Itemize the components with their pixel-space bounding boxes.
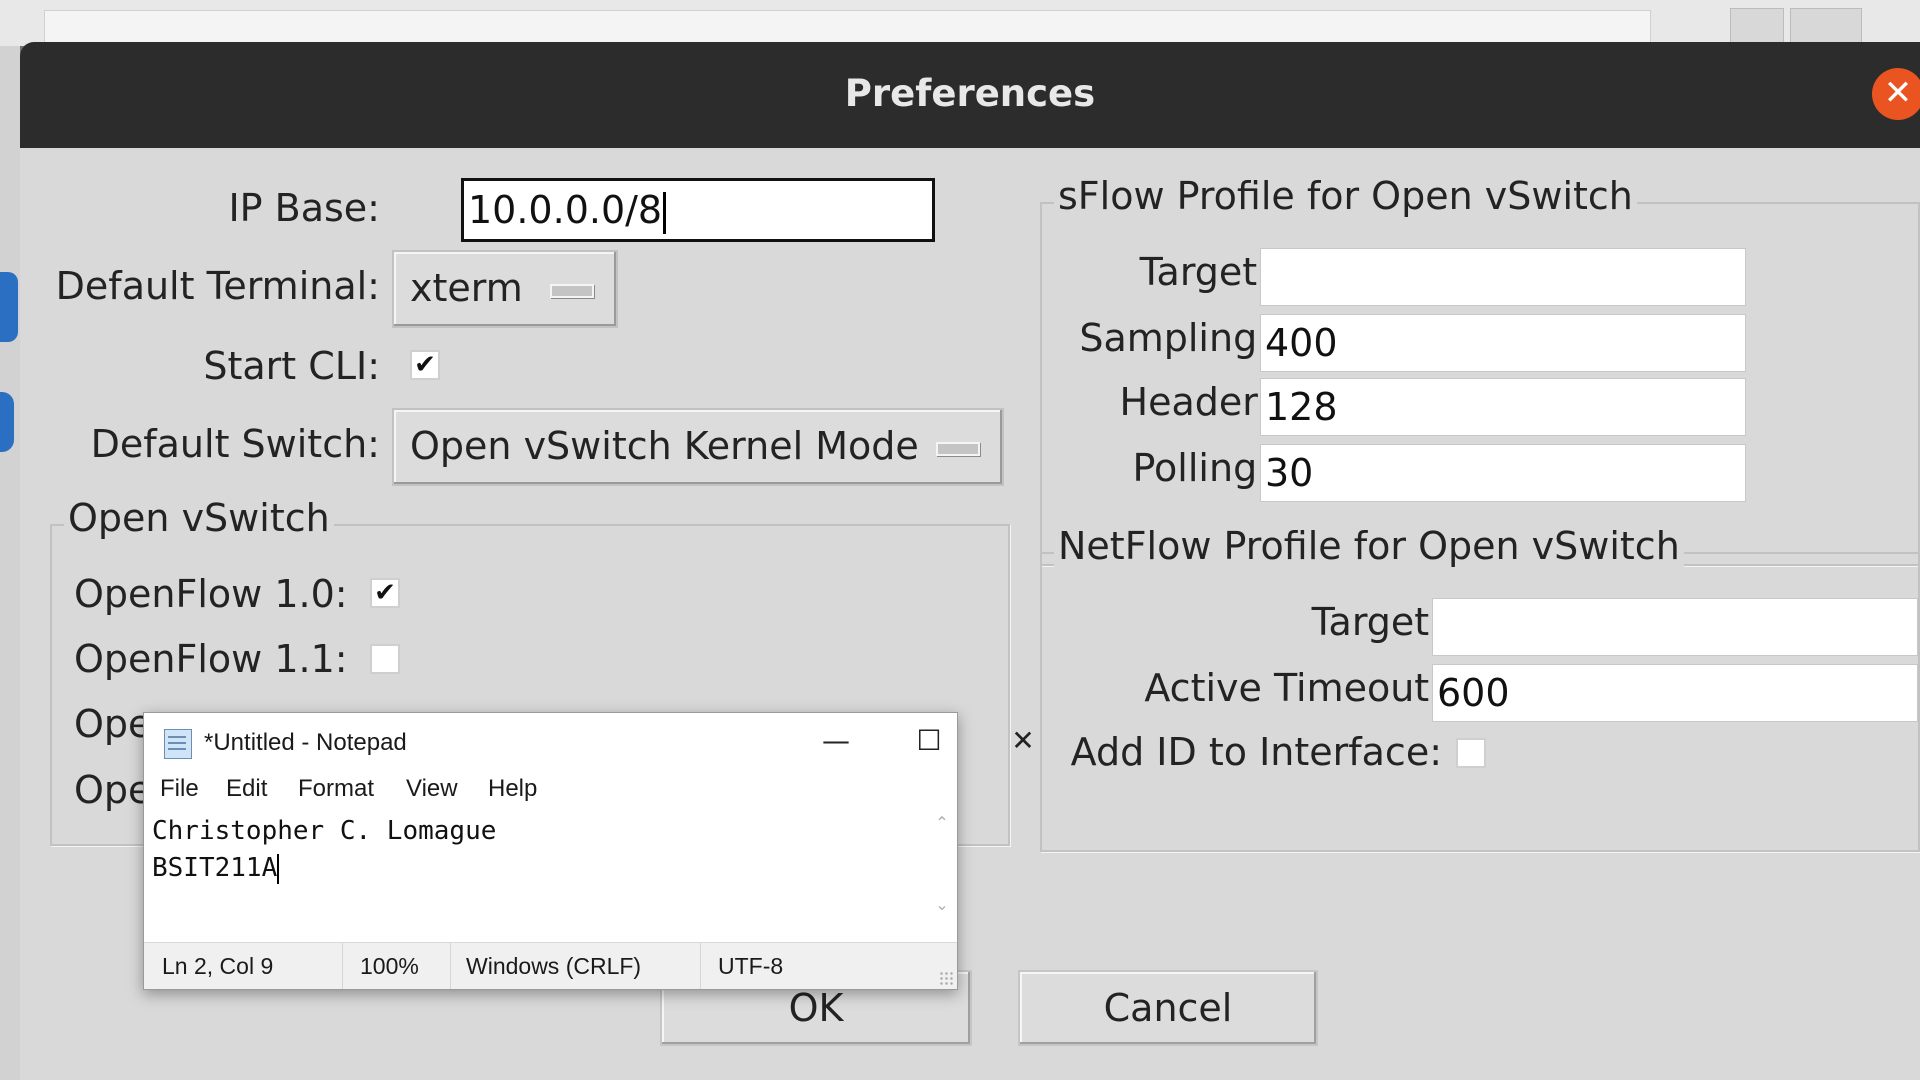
background-widget bbox=[1790, 8, 1862, 46]
status-divider bbox=[450, 943, 451, 989]
maximize-button[interactable]: ☐ bbox=[906, 721, 952, 761]
netflow-add-id-label: Add ID to Interface: bbox=[1070, 730, 1442, 774]
netflow-group-title: NetFlow Profile for Open vSwitch bbox=[1054, 524, 1684, 568]
openflow-11-checkbox[interactable] bbox=[370, 644, 400, 674]
sflow-header-label: Header: bbox=[1119, 380, 1271, 424]
status-zoom: 100% bbox=[360, 953, 419, 979]
netflow-target-label: Target: bbox=[1311, 600, 1442, 644]
sflow-target-label: Target: bbox=[1139, 250, 1270, 294]
background-launcher-icon bbox=[0, 392, 14, 452]
maximize-icon: ☐ bbox=[916, 724, 942, 757]
ip-base-value: 10.0.0.0/8 bbox=[468, 188, 663, 232]
menu-file[interactable]: File bbox=[160, 775, 199, 803]
notepad-text-area[interactable]: Christopher C. Lomague BSIT211A bbox=[152, 813, 922, 905]
sflow-header-input[interactable]: 128 bbox=[1260, 378, 1746, 436]
cancel-button[interactable]: Cancel bbox=[1018, 970, 1318, 1046]
close-button[interactable]: ✕ bbox=[1872, 68, 1920, 120]
sflow-polling-input[interactable]: 30 bbox=[1260, 444, 1746, 502]
sflow-sampling-label: Sampling: bbox=[1079, 316, 1270, 360]
notepad-titlebar: *Untitled - Notepad — ☐ ✕ bbox=[144, 713, 1035, 767]
background-field bbox=[44, 10, 1651, 44]
openflow-10-label: OpenFlow 1.0: bbox=[74, 572, 348, 616]
notepad-statusbar: Ln 2, Col 9 100% Windows (CRLF) UTF-8 bbox=[144, 942, 957, 989]
netflow-target-input[interactable] bbox=[1432, 598, 1918, 656]
text-line-content: BSIT211A bbox=[152, 853, 278, 883]
default-switch-select[interactable]: Open vSwitch Kernel Mode bbox=[392, 408, 1004, 486]
default-switch-value: Open vSwitch Kernel Mode bbox=[410, 424, 919, 468]
dialog-titlebar: Preferences ✕ bbox=[20, 42, 1920, 148]
openvswitch-group-title: Open vSwitch bbox=[64, 496, 334, 540]
menu-format[interactable]: Format bbox=[298, 775, 374, 803]
sflow-sampling-input[interactable]: 400 bbox=[1260, 314, 1746, 372]
notepad-title: *Untitled - Notepad bbox=[204, 729, 407, 756]
vertical-scrollbar[interactable]: ⌃ ⌄ bbox=[929, 809, 955, 921]
text-caret bbox=[277, 853, 280, 884]
ip-base-label: IP Base: bbox=[228, 186, 380, 230]
sflow-polling-label: Polling: bbox=[1132, 446, 1271, 490]
close-icon: ✕ bbox=[1883, 73, 1913, 113]
status-line-ending: Windows (CRLF) bbox=[466, 953, 642, 979]
option-menu-indicator-icon bbox=[936, 442, 980, 456]
notepad-menubar: File Edit Format View Help bbox=[144, 767, 957, 809]
status-encoding: UTF-8 bbox=[718, 953, 784, 979]
default-terminal-value: xterm bbox=[410, 266, 523, 310]
default-terminal-label: Default Terminal: bbox=[55, 264, 380, 308]
dialog-title: Preferences bbox=[844, 72, 1096, 115]
scroll-down-icon[interactable]: ⌄ bbox=[929, 895, 955, 921]
openflow-12-label: Ope bbox=[74, 702, 152, 746]
default-switch-label: Default Switch: bbox=[90, 422, 380, 466]
sflow-target-input[interactable] bbox=[1260, 248, 1746, 306]
openflow-13-label: Ope bbox=[74, 768, 152, 812]
minimize-icon: — bbox=[822, 724, 850, 757]
option-menu-indicator-icon bbox=[550, 284, 594, 298]
openflow-10-checkbox[interactable]: ✔ bbox=[370, 578, 400, 608]
netflow-active-timeout-input[interactable]: 600 bbox=[1432, 664, 1918, 722]
menu-help[interactable]: Help bbox=[488, 775, 537, 803]
background-window-strip bbox=[0, 0, 1920, 46]
default-terminal-select[interactable]: xterm bbox=[392, 250, 618, 328]
background-widget bbox=[1730, 8, 1784, 46]
close-icon: ✕ bbox=[1011, 724, 1035, 757]
resize-grip-icon[interactable] bbox=[939, 971, 953, 985]
netflow-active-timeout-label: Active Timeout: bbox=[1144, 666, 1442, 710]
netflow-add-id-checkbox[interactable] bbox=[1456, 738, 1486, 768]
text-cursor bbox=[663, 191, 667, 234]
status-divider bbox=[342, 943, 343, 989]
background-launcher-icon bbox=[0, 272, 18, 342]
background-left-panel bbox=[0, 46, 20, 1080]
ip-base-input[interactable]: 10.0.0.0/8 bbox=[461, 178, 935, 242]
openflow-11-label: OpenFlow 1.1: bbox=[74, 637, 348, 681]
start-cli-label: Start CLI: bbox=[203, 344, 380, 388]
menu-edit[interactable]: Edit bbox=[226, 775, 267, 803]
notepad-icon bbox=[164, 729, 192, 759]
minimize-button[interactable]: — bbox=[813, 721, 859, 761]
text-line: Christopher C. Lomague bbox=[152, 816, 497, 846]
status-divider bbox=[700, 943, 701, 989]
text-line: BSIT211A bbox=[152, 850, 922, 887]
status-cursor-position: Ln 2, Col 9 bbox=[162, 953, 274, 979]
scroll-up-icon[interactable]: ⌃ bbox=[929, 813, 955, 839]
notepad-window: *Untitled - Notepad — ☐ ✕ File Edit Form… bbox=[143, 712, 1035, 990]
start-cli-checkbox[interactable]: ✔ bbox=[410, 350, 440, 380]
notepad-close-button[interactable]: ✕ bbox=[1000, 721, 1046, 761]
sflow-group-title: sFlow Profile for Open vSwitch bbox=[1054, 174, 1637, 218]
menu-view[interactable]: View bbox=[406, 775, 458, 803]
